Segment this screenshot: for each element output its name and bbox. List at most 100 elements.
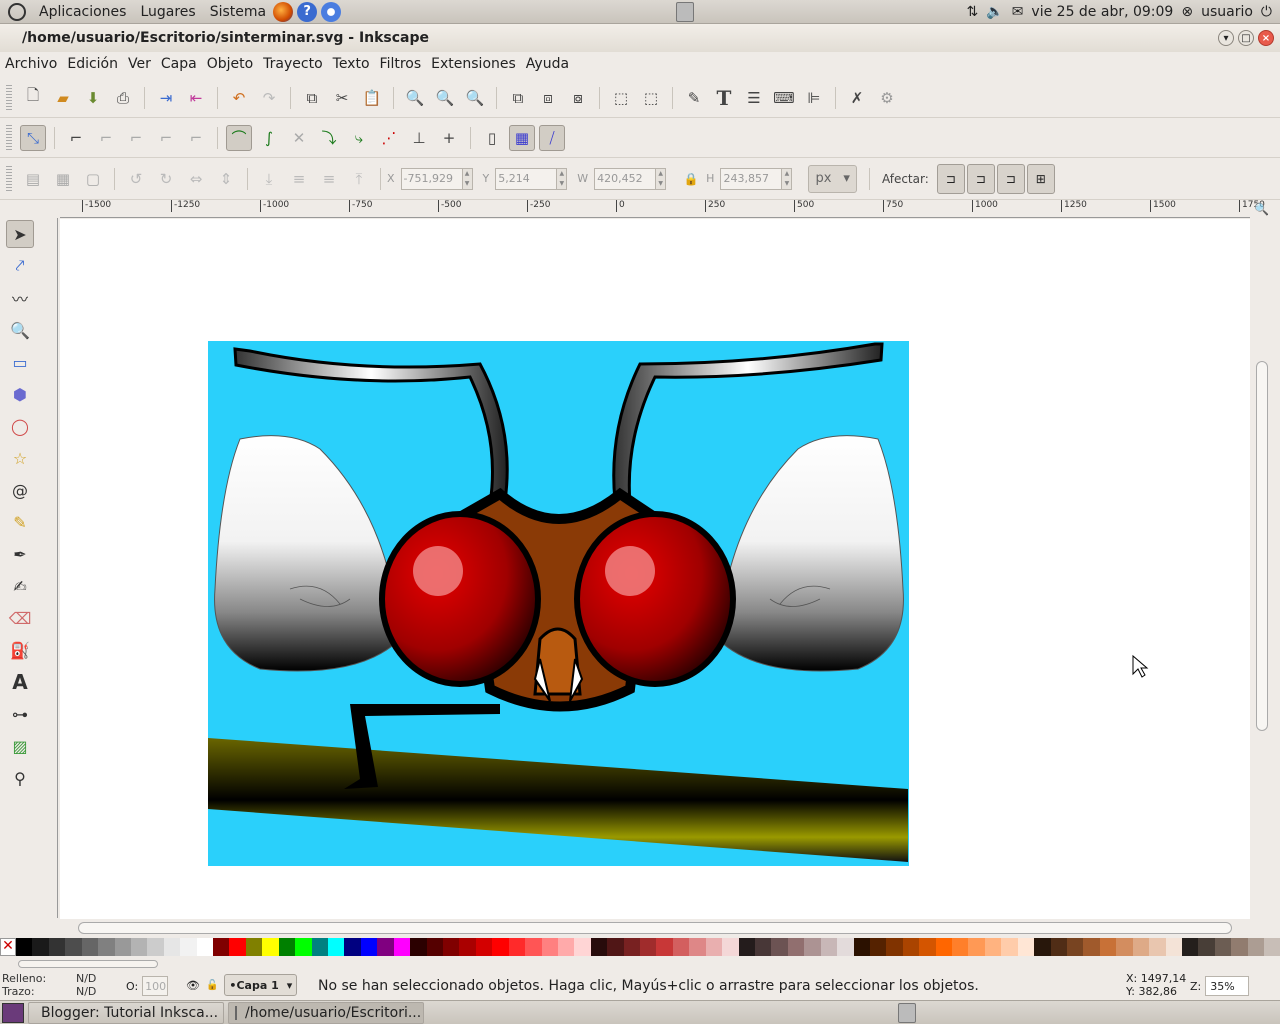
evolution-launcher-icon[interactable] [321,1,342,22]
w-input[interactable]: 420,452 [594,167,657,190]
places-menu[interactable]: Lugares [133,4,202,20]
snap-cusp-nodes-icon[interactable]: ⤵ [316,125,342,151]
menu-trayecto[interactable]: Trayecto [258,56,327,72]
color-swatch[interactable] [1132,938,1150,956]
menu-edicion[interactable]: Edición [62,56,123,72]
color-swatch[interactable] [886,938,903,956]
raise-to-top-icon[interactable]: ⤒ [346,166,372,192]
color-swatch[interactable] [968,938,985,956]
w-spin-arrows[interactable]: ▲ ▼ [656,167,667,190]
minimize-button[interactable]: ▾ [1218,30,1234,46]
clock[interactable]: vie 25 de abr, 09:09 [1031,4,1173,20]
snap-rotation-center-icon[interactable]: + [436,125,462,151]
snap-bbox-icon[interactable]: ⌐ [63,125,89,151]
color-swatch[interactable] [48,938,66,956]
text-tool-icon[interactable]: A [6,668,34,696]
undo-icon[interactable]: ↶ [226,85,252,111]
y-spin-arrows[interactable]: ▲ ▼ [557,167,568,190]
group-icon[interactable]: ⬚ [608,85,634,111]
color-swatch[interactable] [1050,938,1067,956]
taskbar-item-inkscape[interactable]: /home/usuario/Escritori... [228,1001,424,1024]
ubuntu-logo-icon[interactable] [8,2,26,21]
paste-icon[interactable]: 📋 [359,85,385,111]
color-swatch[interactable] [738,938,755,956]
layer-select[interactable]: •Capa 1 ▾ [224,974,298,996]
menu-texto[interactable]: Texto [328,56,375,72]
color-swatch[interactable] [1099,938,1117,956]
menu-filtros[interactable]: Filtros [375,56,427,72]
redo-icon[interactable]: ↷ [256,85,282,111]
color-swatch[interactable] [262,938,279,956]
color-swatch[interactable] [1165,938,1182,956]
h-input[interactable]: 243,857 [720,167,783,190]
toolbar-grip[interactable] [6,124,12,151]
menu-ver[interactable]: Ver [123,56,156,72]
snap-bbox-edge-icon[interactable]: ⌐ [93,125,119,151]
applications-menu[interactable]: Aplicaciones [32,4,133,20]
drawing-svg[interactable] [60,219,1250,919]
flip-horizontal-icon[interactable]: ⇔ [183,166,209,192]
palette-scroll-thumb[interactable] [18,960,158,968]
color-swatch[interactable] [1034,938,1051,956]
affect-patterns-button[interactable]: ⊞ [1026,163,1055,194]
y-input[interactable]: 5,214 [495,167,558,190]
color-swatch[interactable] [328,938,345,956]
show-desktop-icon[interactable] [2,1002,24,1023]
fill-stroke-icon[interactable]: ✎ [681,85,707,111]
opacity-field[interactable]: O: 100 [126,976,169,996]
color-swatch[interactable] [377,938,394,956]
color-swatch[interactable] [65,938,82,956]
toolbar-grip[interactable] [6,165,12,192]
trash-icon[interactable] [898,1003,916,1023]
color-swatch[interactable] [656,938,673,956]
color-swatch[interactable] [475,938,493,956]
color-swatch[interactable] [344,938,361,956]
affect-stroke-width-button[interactable]: ⊐ [936,163,965,194]
color-swatch[interactable] [163,938,181,956]
snap-object-midpoints-icon[interactable]: ⊥ [406,125,432,151]
color-swatch[interactable] [1001,938,1018,956]
w-field[interactable]: W 420,452 ▲ ▼ [577,167,667,190]
rotate-cw-icon[interactable]: ↻ [153,166,179,192]
rotate-ccw-icon[interactable]: ↺ [123,166,149,192]
ungroup-icon[interactable]: ⬚ [638,85,664,111]
trash-icon[interactable] [676,2,694,22]
color-swatch[interactable] [295,938,312,956]
zoom-corner-icon[interactable]: 🔍 [1254,202,1269,216]
network-icon[interactable]: ⇅ [967,4,979,20]
eraser-tool-icon[interactable]: ⌫ [6,604,34,632]
color-swatch[interactable] [722,938,739,956]
maximize-button[interactable]: □ [1238,30,1254,46]
open-icon[interactable]: ▰ [50,85,76,111]
color-swatch[interactable] [130,938,148,956]
menu-archivo[interactable]: Archivo [0,56,62,72]
color-swatch[interactable] [16,938,33,956]
raise-icon[interactable]: ≡ [316,166,342,192]
deselect-icon[interactable]: ▢ [80,166,106,192]
color-swatch[interactable] [1116,938,1133,956]
color-swatch[interactable] [607,938,624,956]
select-all-layers-icon[interactable]: ▦ [50,166,76,192]
color-swatch[interactable] [393,938,411,956]
close-button[interactable]: × [1258,30,1274,46]
color-swatch[interactable] [229,938,246,956]
save-icon[interactable]: ⬇ [80,85,106,111]
color-swatch[interactable] [1067,938,1084,956]
x-input[interactable]: -751,929 [400,167,463,190]
snap-line-midpoints-icon[interactable]: ⋰ [376,125,402,151]
menu-ayuda[interactable]: Ayuda [521,56,574,72]
color-swatch[interactable] [213,938,230,956]
power-icon[interactable]: ⏻ [1261,4,1272,20]
color-swatch[interactable] [1083,938,1100,956]
affect-gradients-button[interactable]: ⊐ [996,163,1025,194]
color-swatch[interactable] [1264,938,1280,956]
color-swatch[interactable] [459,938,476,956]
connector-tool-icon[interactable]: ⊶ [6,700,34,728]
x-spin-arrows[interactable]: ▲ ▼ [462,167,473,190]
unlink-clone-icon[interactable]: ⧇ [565,85,591,111]
color-swatch[interactable] [804,938,821,956]
menu-extensiones[interactable]: Extensiones [426,56,521,72]
color-swatch[interactable] [689,938,706,956]
vertical-ruler[interactable] [42,218,58,918]
zoom-input[interactable]: 35% [1205,976,1250,996]
